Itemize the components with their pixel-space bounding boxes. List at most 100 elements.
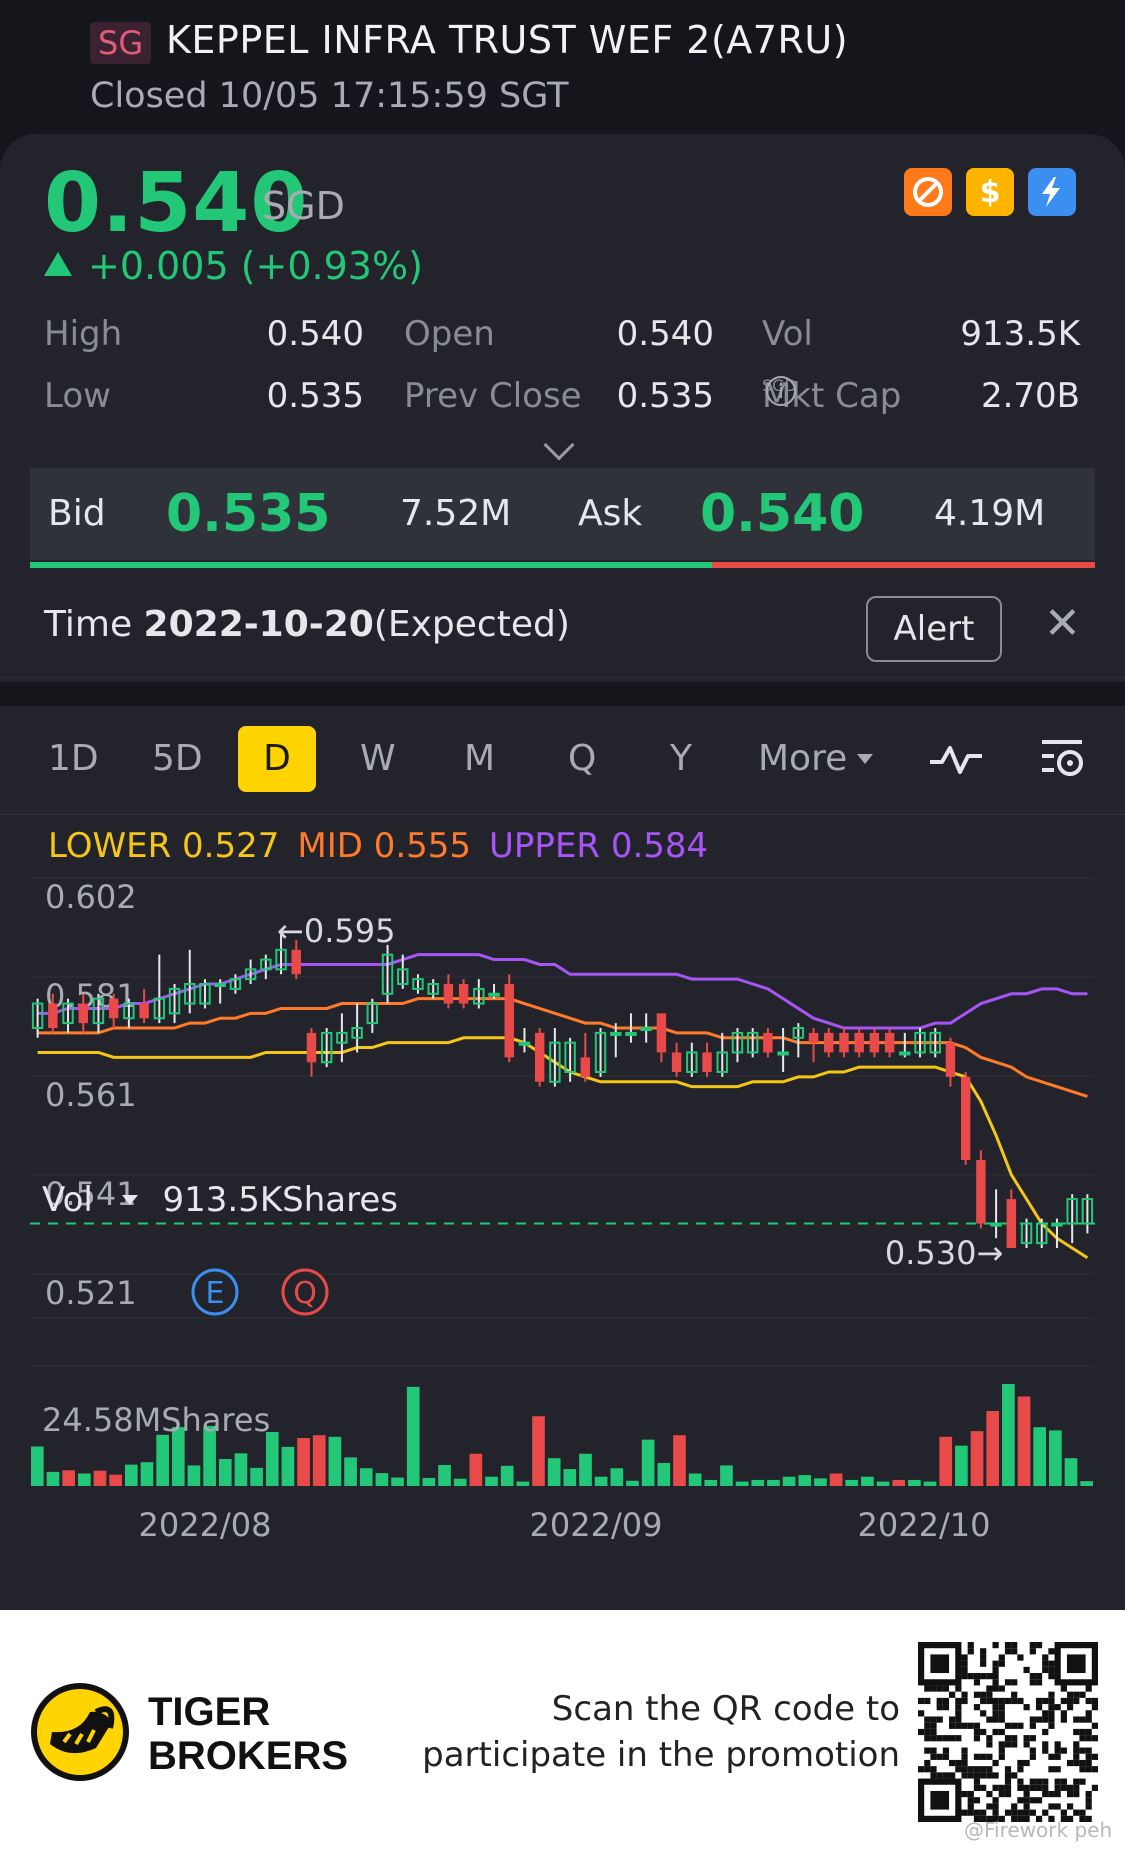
qr-module <box>1029 1753 1036 1760</box>
qr-module <box>961 1722 968 1729</box>
qr-module <box>992 1679 999 1686</box>
tab-more[interactable]: More <box>758 726 874 792</box>
qr-module <box>973 1728 981 1736</box>
qr-module <box>992 1710 999 1717</box>
volume-bar <box>93 1470 107 1486</box>
event-time: Time 2022-10-20(Expected) <box>44 604 570 645</box>
qr-module <box>1017 1766 1024 1773</box>
qr-module <box>980 1766 987 1773</box>
qr-module <box>980 1660 987 1667</box>
qr-module <box>955 1716 962 1723</box>
chart-settings-icon[interactable] <box>1038 732 1088 786</box>
qr-code[interactable] <box>918 1642 1098 1822</box>
event-time-row: Time 2022-10-20(Expected) Alert ✕ <box>0 574 1125 678</box>
qr-module <box>967 1766 974 1773</box>
qr-module <box>924 1728 931 1736</box>
volume-bar <box>77 1473 91 1486</box>
qr-module <box>980 1753 987 1760</box>
qr-module <box>973 1766 981 1773</box>
qr-module <box>1035 1704 1043 1711</box>
tab-y[interactable]: Y <box>670 726 692 792</box>
tab-1d[interactable]: 1D <box>48 726 99 792</box>
candle-body <box>518 1041 531 1046</box>
qr-module <box>924 1735 931 1742</box>
candle-body <box>139 1003 149 1019</box>
qr-module <box>924 1747 931 1754</box>
volume-bar <box>250 1467 263 1486</box>
event-marker-label: Q <box>293 1276 317 1311</box>
qr-module <box>967 1673 974 1680</box>
volume-bar <box>297 1438 310 1486</box>
qr-module <box>1042 1697 1049 1705</box>
qr-module <box>1017 1654 1024 1661</box>
qr-module <box>942 1735 950 1742</box>
volume-header[interactable]: Vol 913.5KShares <box>42 1180 398 1220</box>
qr-module <box>1054 1741 1061 1748</box>
tab-w[interactable]: W <box>360 726 396 792</box>
qr-module <box>1073 1778 1080 1785</box>
qr-module <box>1029 1679 1036 1686</box>
candle-body <box>824 1032 834 1053</box>
expand-chevron-icon[interactable] <box>543 429 575 461</box>
qr-module <box>998 1741 1005 1748</box>
header: SG KEPPEL INFRA TRUST WEF 2(A7RU) Closed… <box>0 0 1125 130</box>
qr-module <box>973 1809 981 1816</box>
no-short-icon[interactable] <box>904 168 952 216</box>
qr-module <box>1060 1809 1067 1816</box>
alert-button[interactable]: Alert <box>866 596 1002 662</box>
candle-body <box>777 1051 789 1056</box>
candle-body <box>214 983 226 987</box>
qr-module <box>986 1753 993 1760</box>
qr-module <box>998 1685 1005 1692</box>
qr-module <box>1054 1784 1061 1791</box>
flash-icon[interactable] <box>1028 168 1076 216</box>
tab-m[interactable]: M <box>464 726 495 792</box>
volume-bar <box>391 1477 404 1486</box>
candle-body <box>884 1032 895 1053</box>
qr-module <box>1023 1704 1030 1711</box>
qr-module <box>1023 1666 1030 1674</box>
volume-bar <box>187 1465 201 1486</box>
qr-module <box>973 1784 981 1791</box>
qr-module <box>1017 1722 1024 1729</box>
volume-bar <box>312 1435 326 1486</box>
qr-module <box>967 1722 974 1729</box>
qr-module <box>1085 1797 1092 1804</box>
volume-bar <box>31 1446 44 1486</box>
qr-module <box>961 1691 968 1698</box>
qr-module <box>973 1778 981 1785</box>
period-tabs: 1D 5D D W M Q Y More <box>0 726 1125 796</box>
dollar-icon[interactable]: $ <box>966 168 1014 216</box>
volume-bar <box>547 1458 561 1486</box>
indicator-icon[interactable] <box>928 734 984 786</box>
tab-q[interactable]: Q <box>568 726 596 792</box>
volume-bar <box>970 1431 984 1486</box>
qr-module <box>967 1790 974 1798</box>
close-icon[interactable]: ✕ <box>1044 598 1081 649</box>
qr-module <box>961 1766 968 1773</box>
boll-lower-line <box>37 1036 1089 1260</box>
volume-bar <box>876 1481 890 1486</box>
tab-d[interactable]: D <box>238 726 316 792</box>
tab-5d[interactable]: 5D <box>152 726 203 792</box>
volume-bar <box>1002 1384 1015 1486</box>
qr-module <box>967 1642 974 1649</box>
qr-module <box>918 1766 925 1773</box>
qr-module <box>998 1784 1005 1791</box>
volume-bar <box>62 1470 75 1486</box>
volume-bar <box>406 1386 420 1486</box>
price-chart[interactable]: 0.6020.5810.5610.5410.521←0.5950.530→E Q2… <box>0 866 1125 1610</box>
qr-module <box>961 1673 968 1680</box>
qr-module <box>1079 1728 1086 1736</box>
qr-module <box>942 1685 950 1692</box>
info-icon[interactable]: i <box>766 376 796 406</box>
qr-module <box>973 1691 981 1698</box>
qr-module <box>1023 1809 1030 1816</box>
qr-module <box>1048 1660 1055 1667</box>
qr-module <box>936 1753 943 1760</box>
bid-volume: 7.52M <box>400 493 512 534</box>
qr-module <box>992 1759 999 1767</box>
qr-module <box>1011 1741 1018 1748</box>
volume-bar <box>782 1476 796 1486</box>
qr-module <box>1011 1691 1018 1698</box>
